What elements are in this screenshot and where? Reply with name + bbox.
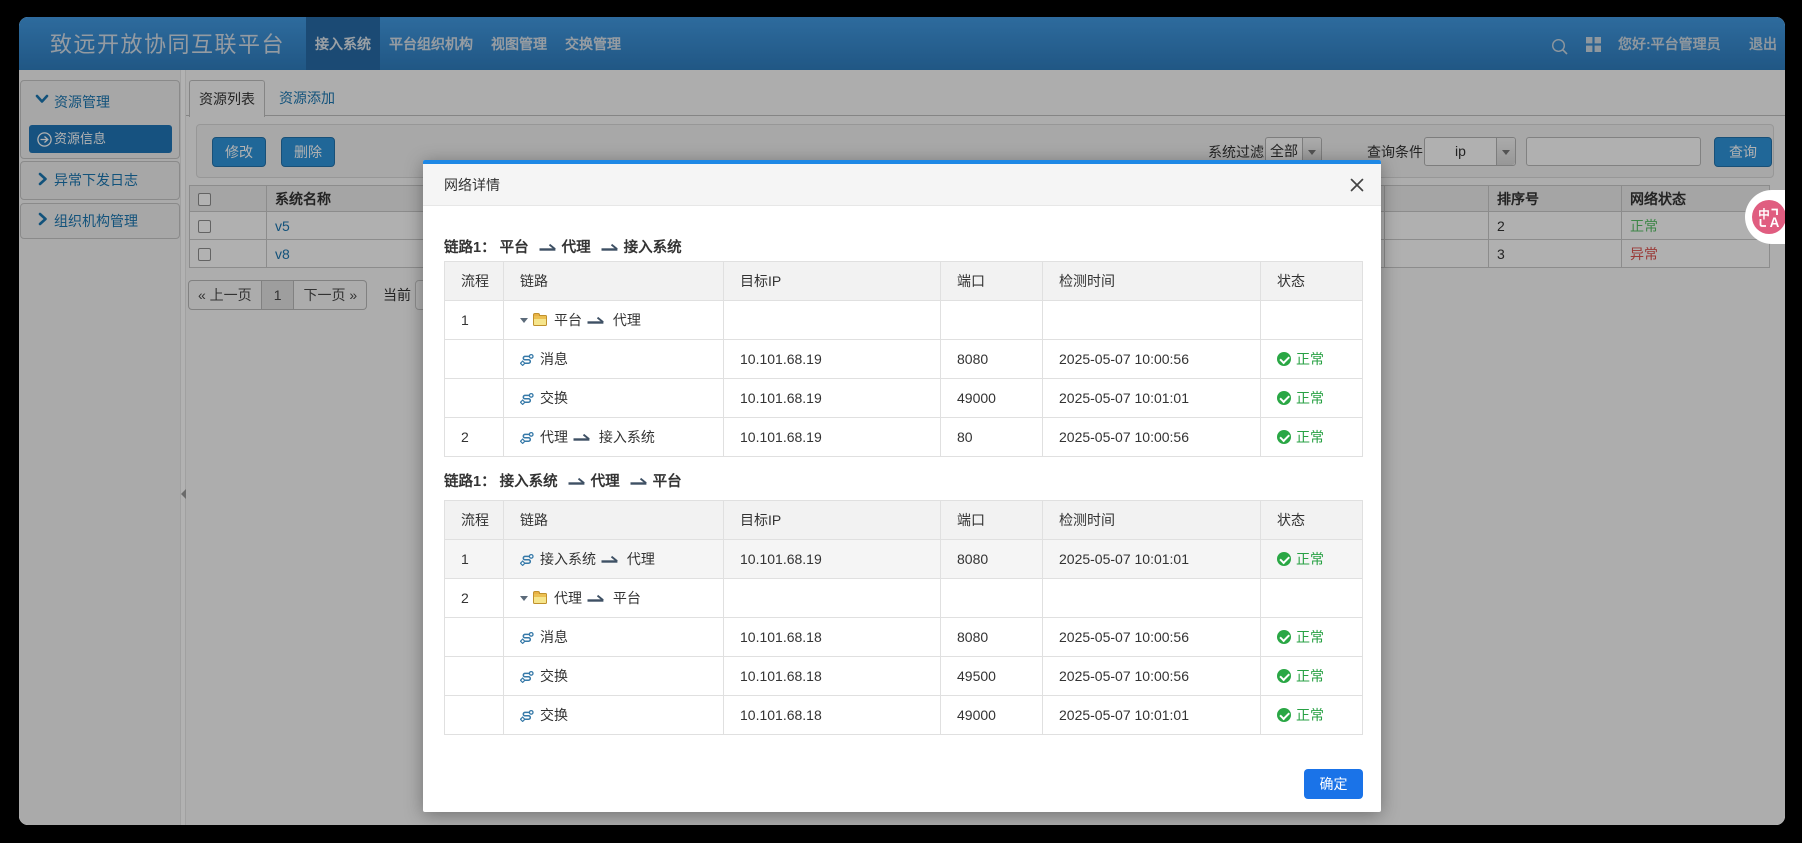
svg-text:A: A: [1770, 215, 1780, 230]
svg-text:中: 中: [1758, 207, 1770, 221]
